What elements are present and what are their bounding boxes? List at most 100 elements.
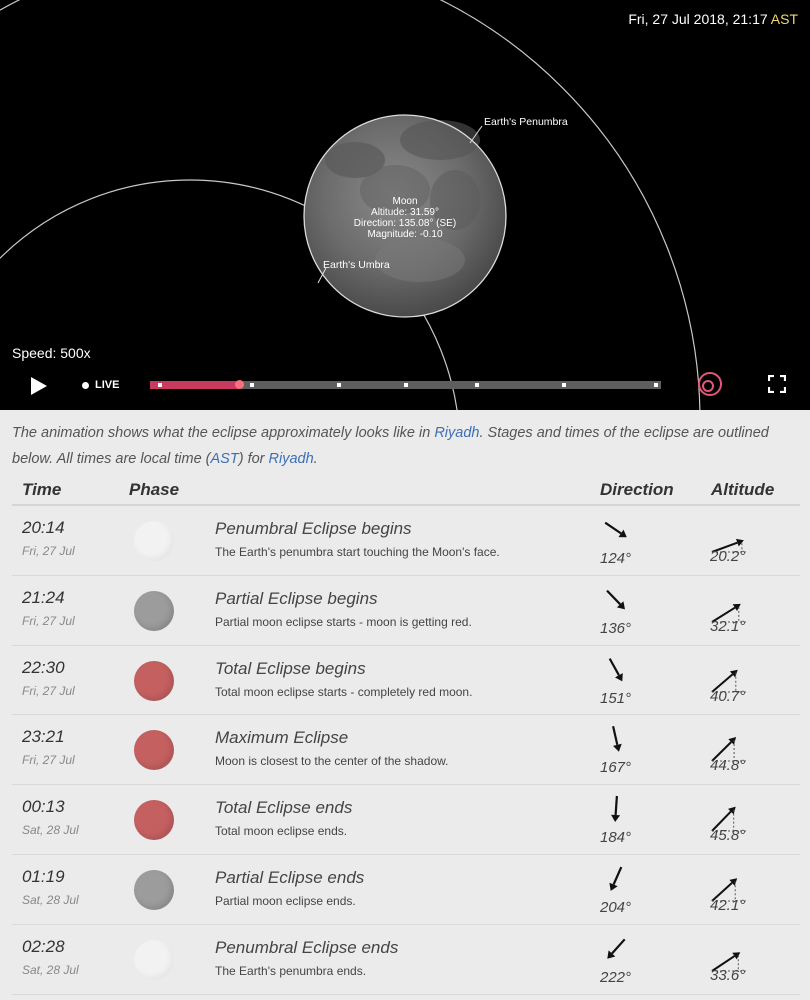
timezone-link[interactable]: AST	[211, 451, 239, 467]
intro-text-3: ) for	[238, 451, 269, 467]
altitude-value: 33.6°	[710, 966, 746, 984]
altitude-cell: 33.6°	[709, 945, 769, 991]
timeline-marker[interactable]	[250, 383, 255, 387]
event-description: Total moon eclipse starts - completely r…	[215, 684, 473, 699]
event-date: Fri, 27 Jul	[22, 753, 75, 768]
event-date: Fri, 27 Jul	[22, 683, 75, 698]
live-dot-icon	[82, 381, 89, 389]
timeline-marker[interactable]	[337, 383, 342, 387]
event-name: Maximum Eclipse	[215, 728, 349, 748]
event-description: Partial moon eclipse ends.	[215, 893, 356, 908]
event-name: Total Eclipse begins	[215, 658, 366, 678]
timeline-marker[interactable]	[475, 383, 480, 387]
altitude-cell: 20.2°	[709, 526, 769, 572]
moon-phase-icon	[134, 869, 174, 910]
speed-control[interactable]: Speed: 500x	[12, 345, 91, 361]
table-row: 20:14 Fri, 27 Jul Penumbral Eclipse begi…	[12, 506, 800, 576]
eclipse-scene: Earth's Penumbra Earth's Umbra Moon Alti…	[0, 0, 701, 410]
direction-cell: 124°	[596, 514, 646, 570]
table-row: 02:28 Sat, 28 Jul Penumbral Eclipse ends…	[12, 925, 800, 995]
altitude-cell: 45.8°	[709, 805, 769, 851]
event-description: The Earth's penumbra start touching the …	[215, 545, 500, 559]
current-date-time: Fri, 27 Jul 2018, 21:17 AST	[628, 11, 798, 27]
direction-arrow-icon	[606, 589, 625, 610]
altitude-cell: 32.1°	[709, 596, 769, 642]
table-row: 00:13 Sat, 28 Jul Total Eclipse ends Tot…	[12, 785, 800, 855]
table-row: 01:19 Sat, 28 Jul Partial Eclipse ends P…	[12, 855, 800, 925]
moon-phase-icon	[134, 939, 174, 980]
moon-phase-icon	[134, 521, 174, 561]
moon-phase-icon	[134, 660, 174, 701]
intro-text-1: The animation shows what the eclipse app…	[12, 425, 435, 441]
altitude-value: 20.2°	[710, 548, 746, 565]
event-time: 20:14	[22, 518, 65, 537]
fullscreen-icon[interactable]	[768, 375, 786, 393]
table-row: 23:21 Fri, 27 Jul Maximum Eclipse Moon i…	[12, 715, 800, 786]
event-time: 23:21	[22, 727, 65, 747]
direction-arrow-icon	[604, 521, 627, 538]
direction-cell: 184°	[596, 793, 646, 849]
intro-paragraph: The animation shows what the eclipse app…	[12, 420, 802, 472]
direction-arrow-icon	[609, 866, 623, 891]
live-label: LIVE	[95, 379, 120, 391]
direction-arrow-icon	[608, 657, 623, 681]
event-description: Partial moon eclipse starts - moon is ge…	[215, 614, 472, 629]
timeline-marker[interactable]	[561, 383, 566, 387]
direction-arrow-icon	[607, 938, 626, 959]
event-date: Sat, 28 Jul	[22, 962, 79, 977]
direction-cell: 204°	[596, 863, 646, 919]
event-description: Moon is closest to the center of the sha…	[215, 754, 449, 769]
event-name: Penumbral Eclipse begins	[215, 519, 412, 538]
city-link[interactable]: Riyadh	[434, 425, 479, 441]
timeline-handle[interactable]	[235, 380, 245, 389]
altitude-cell: 40.7°	[709, 666, 769, 712]
timeline-progress	[150, 381, 240, 389]
timeline-marker[interactable]	[158, 383, 163, 387]
event-description: Total moon eclipse ends.	[215, 824, 348, 839]
event-time: 02:28	[22, 936, 65, 956]
altitude-cell: 44.8°	[709, 735, 769, 781]
direction-value: 204°	[600, 898, 632, 916]
event-name: Total Eclipse ends	[215, 798, 353, 818]
direction-cell: 222°	[596, 933, 646, 989]
event-name: Partial Eclipse begins	[215, 588, 378, 608]
direction-cell: 167°	[596, 723, 646, 779]
timezone-value: AST	[770, 11, 798, 27]
altitude-cell: 42.1°	[709, 875, 769, 921]
moon-name-label: Moon	[392, 196, 417, 207]
header-direction: Direction	[600, 480, 674, 499]
play-icon[interactable]	[30, 376, 48, 396]
penumbra-label: Earth's Penumbra	[484, 116, 568, 128]
live-button[interactable]: LIVE	[82, 379, 119, 391]
header-altitude: Altitude	[711, 480, 775, 499]
umbra-label: Earth's Umbra	[323, 259, 390, 271]
timeline-marker[interactable]	[653, 383, 658, 387]
altitude-value: 40.7°	[710, 687, 746, 705]
city-link-2[interactable]: Riyadh	[269, 451, 314, 467]
direction-arrow-icon	[612, 726, 622, 753]
altitude-value: 42.1°	[710, 896, 746, 914]
direction-value: 222°	[600, 968, 632, 986]
header-time: Time	[22, 480, 62, 499]
direction-value: 167°	[600, 759, 632, 777]
table-header: Time Phase Direction Altitude	[12, 474, 800, 506]
orbit-view-icon[interactable]	[697, 371, 723, 397]
event-time: 21:24	[22, 587, 65, 607]
timeline-marker[interactable]	[403, 383, 408, 387]
table-row: 22:30 Fri, 27 Jul Total Eclipse begins T…	[12, 646, 800, 716]
event-time: 00:13	[22, 797, 65, 817]
direction-value: 184°	[600, 829, 632, 847]
eclipse-animation-player[interactable]: Earth's Penumbra Earth's Umbra Moon Alti…	[0, 0, 810, 410]
event-date: Fri, 27 Jul	[22, 613, 75, 628]
moon-direction-label: Direction: 135.08° (SE)	[354, 218, 456, 229]
header-phase: Phase	[129, 480, 180, 499]
event-time: 22:30	[22, 657, 65, 677]
direction-arrow-icon	[611, 796, 621, 823]
direction-value: 124°	[600, 550, 632, 567]
event-time: 01:19	[22, 866, 65, 886]
eclipse-stages-table: Time Phase Direction Altitude 20:14 Fri,…	[12, 474, 800, 995]
timeline-scrubber[interactable]	[150, 380, 661, 389]
moon-altitude-label: Altitude: 31.59°	[371, 207, 439, 218]
altitude-value: 45.8°	[710, 827, 746, 845]
direction-cell: 136°	[596, 584, 646, 640]
